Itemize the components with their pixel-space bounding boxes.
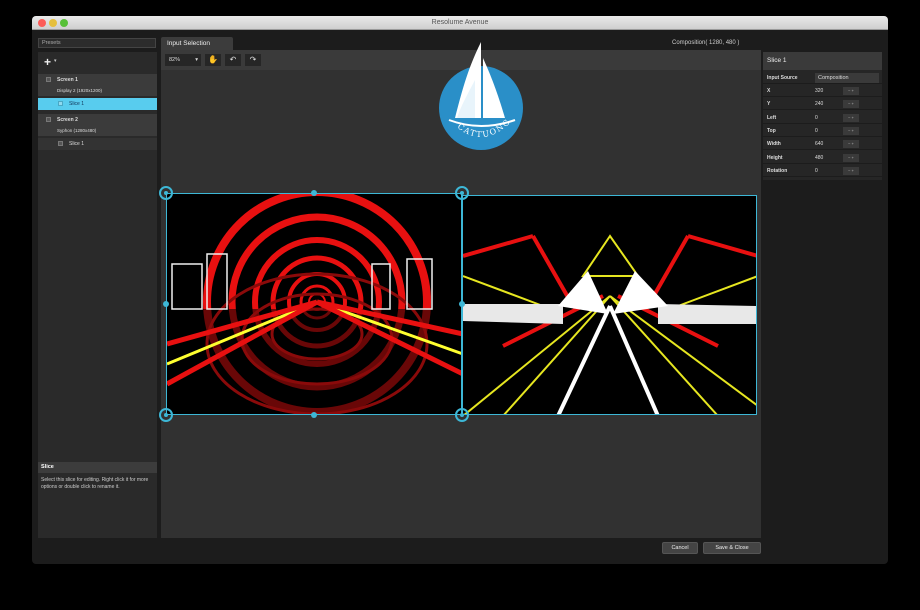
slice-edge-handle[interactable] — [311, 412, 317, 418]
presets-dropdown[interactable]: Presets — [38, 38, 156, 48]
tunnel-image — [167, 194, 461, 414]
property-label: Y — [767, 101, 771, 108]
property-value[interactable]: 640 — [815, 141, 823, 147]
title-bar: Resolume Avenue — [32, 16, 888, 30]
slice-preview-1[interactable] — [166, 193, 462, 415]
chevron-down-icon: ▾ — [195, 57, 198, 63]
hand-icon: ✋ — [208, 55, 218, 64]
cancel-button[interactable]: Cancel — [662, 542, 698, 554]
property-row-y: Y 240 − + — [763, 98, 882, 111]
input-source-row: Input Source Composition — [763, 72, 882, 84]
property-value[interactable]: 240 — [815, 101, 823, 107]
property-row-width: Width 640 − + — [763, 138, 882, 151]
screen-output-label: Display 2 (1920x1200) — [57, 88, 103, 93]
slice-corner-handle[interactable] — [455, 408, 469, 422]
cattuong-logo: CATTUONG — [437, 40, 525, 150]
property-value[interactable]: 0 — [815, 168, 818, 174]
composition-size-label: Composition( 1280, 480 ) — [672, 40, 740, 46]
window-title: Resolume Avenue — [431, 19, 489, 26]
screen-row-1[interactable]: Screen 1 — [38, 74, 157, 86]
undo-icon: ↶ — [229, 55, 237, 64]
property-stepper[interactable]: − + — [843, 126, 859, 135]
screens-panel: + ▾ Screen 1 Display 2 (1920x1200) Slice… — [38, 52, 157, 462]
tab-input-selection[interactable]: Input Selection — [161, 37, 233, 50]
property-row-height: Height 480 − + — [763, 152, 882, 164]
slice-label: Slice 1 — [69, 101, 85, 107]
slice-edge-handle[interactable] — [459, 301, 465, 307]
property-stepper[interactable]: − + — [843, 166, 859, 175]
property-stepper[interactable]: − + — [843, 87, 859, 95]
screen-row-2[interactable]: Screen 2 — [38, 114, 157, 126]
slice-enable-checkbox[interactable] — [58, 141, 63, 146]
property-label: Left — [767, 114, 777, 121]
hand-tool-button[interactable]: ✋ — [205, 54, 221, 66]
input-source-dropdown[interactable]: Composition — [815, 73, 879, 83]
screen-output-row-1[interactable]: Display 2 (1920x1200) — [38, 86, 157, 96]
add-icon[interactable]: + — [44, 55, 51, 69]
property-label: X — [767, 88, 771, 94]
property-row-x: X 320 − + — [763, 85, 882, 97]
screen-enable-checkbox[interactable] — [46, 77, 51, 82]
property-value[interactable]: 0 — [815, 115, 818, 121]
slice-properties-panel: Slice 1 Input Source Composition X 320 − +… — [763, 52, 882, 180]
info-title: Slice — [38, 462, 157, 473]
property-row-left: Left 0 − + — [763, 112, 882, 124]
save-close-button[interactable]: Save & Close — [703, 542, 761, 554]
slice-row-selected[interactable]: Slice 1 — [38, 98, 157, 110]
screen-output-label: Syphon (1280x480) — [57, 128, 97, 133]
zoom-dropdown[interactable]: 82% ▾ — [165, 54, 201, 66]
property-label: Rotation — [767, 167, 788, 174]
slice-row[interactable]: Slice 1 — [38, 138, 157, 150]
screen-label: Screen 2 — [57, 117, 78, 123]
property-value[interactable]: 320 — [815, 88, 823, 94]
property-value[interactable]: 0 — [815, 128, 818, 134]
screen-enable-checkbox[interactable] — [46, 117, 51, 122]
property-row-top: Top 0 − + — [763, 125, 882, 137]
property-label: Height — [767, 154, 783, 161]
property-stepper[interactable]: − + — [843, 100, 859, 109]
property-stepper[interactable]: − + — [843, 140, 859, 149]
chevron-down-icon[interactable]: ▾ — [54, 58, 57, 64]
pyramids-image — [463, 196, 756, 414]
slice-label: Slice 1 — [69, 141, 85, 147]
property-row-rotation: Rotation 0 − + — [763, 165, 882, 177]
slice-edge-handle[interactable] — [163, 301, 169, 307]
sailboat-icon: CATTUONG — [439, 42, 523, 150]
slice-corner-handle[interactable] — [455, 186, 469, 200]
zoom-value: 82% — [169, 57, 181, 63]
add-toolbar: + ▾ — [38, 52, 157, 70]
property-value[interactable]: 480 — [815, 155, 823, 161]
undo-button[interactable]: ↶ — [225, 54, 241, 66]
slice-enable-checkbox[interactable] — [58, 101, 63, 106]
property-stepper[interactable]: − + — [843, 113, 859, 122]
property-stepper[interactable]: − + — [843, 153, 859, 162]
screen-output-row-2[interactable]: Syphon (1280x480) — [38, 126, 157, 136]
property-label: Top — [767, 127, 776, 134]
slice-corner-handle[interactable] — [159, 408, 173, 422]
slice-properties-title: Slice 1 — [763, 52, 882, 70]
info-panel: Slice Select this slice for editing. Rig… — [38, 462, 157, 538]
slice-edge-handle[interactable] — [311, 190, 317, 196]
screen-label: Screen 1 — [57, 77, 78, 83]
slice-corner-handle[interactable] — [159, 186, 173, 200]
property-label: Width — [767, 141, 781, 148]
redo-icon: ↷ — [249, 55, 257, 64]
info-text: Select this slice for editing. Right cli… — [41, 477, 149, 490]
input-source-label: Input Source — [767, 75, 798, 81]
slice-preview-2[interactable] — [462, 195, 757, 415]
redo-button[interactable]: ↷ — [245, 54, 261, 66]
